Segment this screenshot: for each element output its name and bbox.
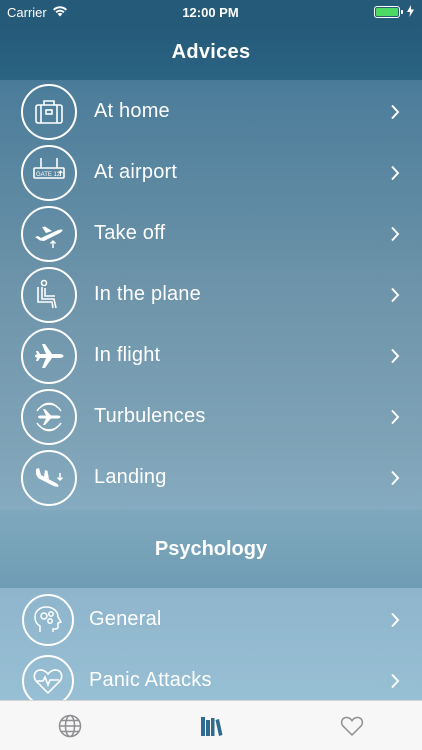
landing-icon — [21, 449, 77, 506]
tab-bar — [0, 700, 422, 750]
chevron-right-icon — [388, 224, 402, 244]
chevron-right-icon — [388, 163, 402, 183]
chevron-right-icon — [388, 610, 402, 630]
heart-pulse-icon — [22, 654, 74, 707]
psychology-row-general[interactable]: General — [0, 589, 422, 650]
psychology-label: Panic Attacks — [89, 669, 212, 691]
takeoff-icon — [21, 205, 77, 262]
advice-label: At airport — [94, 161, 178, 183]
library-icon — [200, 716, 223, 736]
brain-gears-icon — [22, 593, 74, 646]
psychology-label: General — [89, 608, 162, 630]
section-header-psychology: Psychology — [0, 510, 422, 588]
advice-row-turbulences[interactable]: Turbulences — [0, 386, 422, 447]
status-left: Carrier — [7, 5, 127, 20]
chevron-right-icon — [388, 468, 402, 488]
nav-header: Advices — [0, 24, 422, 80]
advice-row-take-off[interactable]: Take off — [0, 203, 422, 264]
status-time: 12:00 PM — [182, 4, 239, 20]
wifi-icon — [52, 5, 68, 20]
status-right — [294, 4, 414, 20]
page-title: Advices — [171, 40, 251, 63]
charging-bolt-icon — [407, 4, 414, 20]
tab-favorites[interactable] — [322, 704, 382, 748]
globe-icon — [59, 714, 82, 737]
status-bar: Carrier 12:00 PM — [0, 0, 422, 24]
battery-icon — [374, 6, 403, 18]
advice-label: Landing — [94, 466, 167, 488]
seat-icon — [21, 266, 77, 323]
advice-row-at-airport[interactable]: GATE 12 At airport — [0, 142, 422, 203]
advice-label: At home — [94, 100, 170, 122]
advice-row-landing[interactable]: Landing — [0, 447, 422, 508]
chevron-right-icon — [388, 671, 402, 691]
heart-icon — [340, 716, 363, 736]
carrier-label: Carrier — [7, 4, 47, 20]
advice-label: In flight — [94, 344, 161, 366]
advice-row-in-flight[interactable]: In flight — [0, 325, 422, 386]
advice-row-in-the-plane[interactable]: In the plane — [0, 264, 422, 325]
airplane-icon — [21, 327, 77, 384]
section-title: Psychology — [154, 537, 268, 560]
gate-sign-text: GATE 12 — [36, 172, 61, 178]
advice-label: In the plane — [94, 283, 201, 305]
chevron-right-icon — [388, 346, 402, 366]
turbulence-icon — [21, 388, 77, 445]
gate-sign-icon: GATE 12 — [21, 144, 77, 201]
tab-library[interactable] — [181, 704, 241, 748]
chevron-right-icon — [388, 102, 402, 122]
advice-row-at-home[interactable]: At home — [0, 81, 422, 142]
suitcase-icon — [21, 83, 77, 140]
advice-label: Take off — [94, 222, 166, 244]
app-screen: Carrier 12:00 PM Advices At home GATE 12… — [0, 0, 422, 750]
chevron-right-icon — [388, 285, 402, 305]
battery-fill — [376, 8, 398, 16]
tab-globe[interactable] — [40, 704, 100, 748]
advice-label: Turbulences — [94, 405, 206, 427]
chevron-right-icon — [388, 407, 402, 427]
